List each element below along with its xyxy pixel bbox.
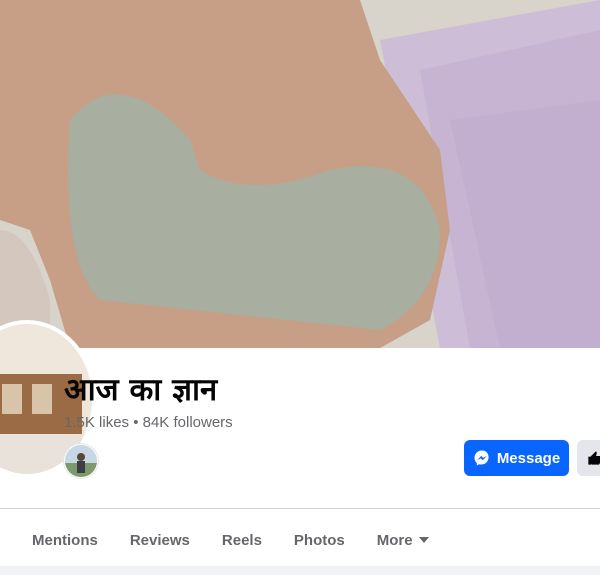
tab-mentions[interactable]: Mentions [16, 514, 114, 566]
tab-more[interactable]: More [361, 514, 445, 566]
tab-reviews[interactable]: Reviews [114, 514, 206, 566]
cover-photo-image [0, 0, 600, 348]
like-button[interactable] [577, 440, 600, 476]
page-root: आज का ज्ञान 1.5K likes • 84K followers M… [0, 0, 600, 575]
tab-label: Reviews [129, 531, 190, 549]
page-stats[interactable]: 1.5K likes • 84K followers [64, 414, 233, 431]
tab-label: Mentions [32, 531, 98, 549]
profile-tabs: Mentions Reviews Reels Photos More [16, 514, 445, 566]
follower-avatar-image [65, 445, 97, 477]
cover-photo[interactable] [0, 0, 600, 348]
messenger-icon [473, 449, 491, 467]
message-button-label: Message [496, 449, 561, 467]
tab-reels[interactable]: Reels [206, 514, 278, 566]
section-divider [0, 508, 600, 509]
page-title: आज का ज्ञान [64, 372, 218, 408]
thumbs-up-icon [587, 450, 600, 466]
follower-avatar[interactable] [64, 444, 98, 478]
tab-label: Reels [221, 531, 262, 549]
message-button[interactable]: Message [464, 440, 569, 476]
caret-down-icon [418, 536, 429, 544]
page-background-strip [0, 566, 600, 575]
tab-photos[interactable]: Photos [278, 514, 361, 566]
tab-label: More [376, 531, 413, 549]
tab-label: Photos [293, 531, 345, 549]
